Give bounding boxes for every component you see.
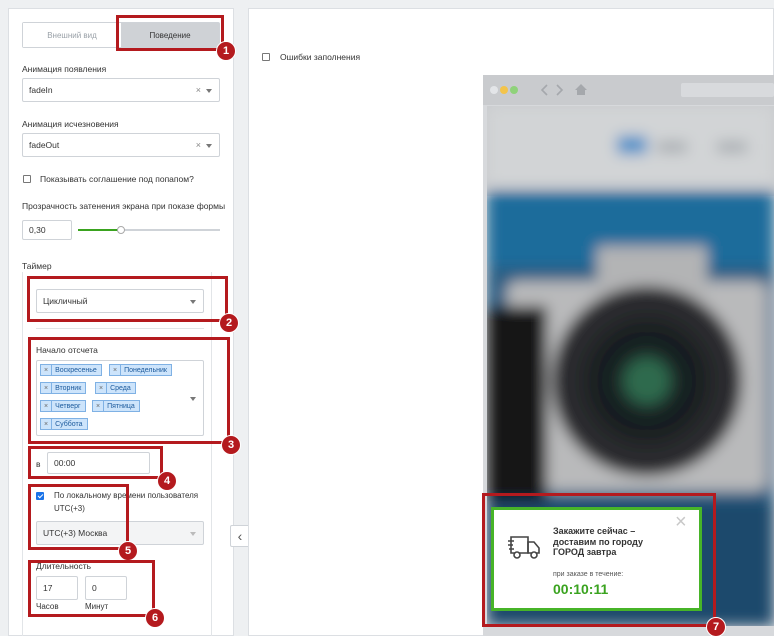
annotation-badge-2: 2	[219, 313, 239, 333]
collapse-panel-button[interactable]: ‹	[230, 525, 250, 547]
home-icon	[575, 84, 587, 95]
annotation-badge-3: 3	[221, 435, 241, 455]
fill-errors-label: Ошибки заполнения	[280, 52, 361, 62]
chevron-down-icon	[190, 532, 196, 536]
annotation-badge-6: 6	[145, 608, 165, 628]
appear-animation-value: fadeIn	[29, 85, 53, 95]
window-dot	[510, 86, 518, 94]
appear-animation-label: Анимация появления	[22, 64, 107, 74]
chevron-down-icon	[206, 89, 212, 93]
annotation-box-7	[482, 493, 716, 627]
browser-toolbar	[483, 75, 774, 105]
agreement-checkbox[interactable]	[23, 175, 31, 183]
opacity-slider-track[interactable]	[78, 226, 220, 234]
annotation-box-1	[116, 15, 224, 51]
window-dot	[500, 86, 508, 94]
chevron-down-icon	[206, 144, 212, 148]
disappear-animation-value: fadeOut	[29, 140, 60, 150]
opacity-slider-fill	[78, 229, 121, 231]
disappear-animation-label: Анимация исчезновения	[22, 119, 119, 129]
annotation-box-3	[28, 337, 230, 444]
window-dot	[490, 86, 498, 94]
fill-errors-checkbox[interactable]	[262, 53, 270, 61]
disappear-animation-select[interactable]: fadeOut ×	[22, 133, 220, 157]
annotation-box-4	[28, 446, 163, 479]
appear-animation-select[interactable]: fadeIn ×	[22, 78, 220, 102]
opacity-label: Прозрачность затенения экрана при показе…	[22, 201, 226, 211]
annotation-box-6	[28, 560, 155, 617]
annotation-box-2	[27, 276, 228, 322]
chevron-left-icon: ‹	[237, 528, 243, 544]
tab-appearance[interactable]: Внешний вид	[23, 23, 121, 47]
divider	[36, 328, 204, 329]
annotation-badge-4: 4	[157, 471, 177, 491]
chevron-left-icon	[541, 84, 564, 96]
annotation-badge-1: 1	[216, 41, 236, 61]
agreement-label: Показывать соглашение под попапом?	[40, 174, 194, 184]
annotation-box-5	[28, 484, 129, 550]
address-bar	[681, 83, 774, 97]
clear-icon[interactable]: ×	[196, 140, 201, 150]
clear-icon[interactable]: ×	[196, 85, 201, 95]
annotation-badge-5: 5	[118, 541, 138, 561]
timer-label: Таймер	[22, 261, 52, 271]
opacity-input[interactable]: 0,30	[22, 220, 72, 240]
annotation-badge-7: 7	[706, 617, 726, 636]
opacity-slider-thumb[interactable]	[116, 226, 125, 234]
